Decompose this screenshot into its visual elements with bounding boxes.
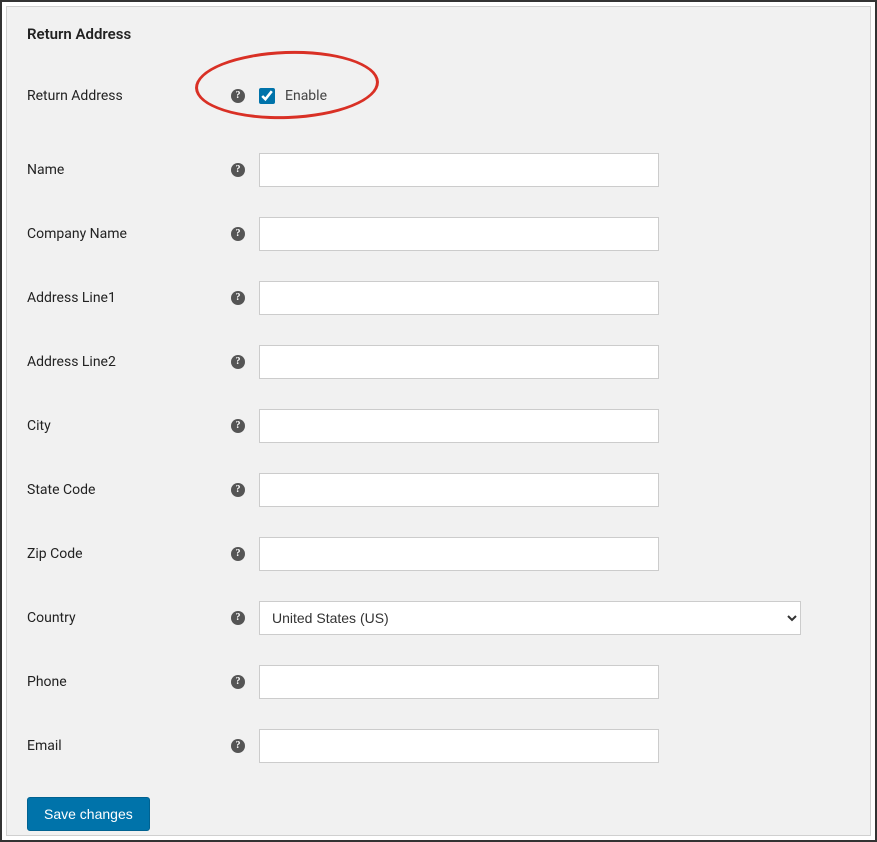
company-name-input[interactable] — [259, 217, 659, 251]
field-col-phone — [259, 665, 659, 699]
section-title: Return Address — [27, 25, 850, 43]
phone-input[interactable] — [259, 665, 659, 699]
help-col-city: ? — [231, 419, 259, 433]
enable-checkbox-wrap[interactable]: Enable — [259, 88, 327, 104]
help-col-country: ? — [231, 611, 259, 625]
label-name: Name — [27, 162, 231, 178]
label-address-line1: Address Line1 — [27, 290, 231, 306]
help-icon[interactable]: ? — [231, 355, 245, 369]
state-code-input[interactable] — [259, 473, 659, 507]
enable-checkbox[interactable] — [259, 88, 275, 104]
field-col-name — [259, 153, 659, 187]
field-col-address-line1 — [259, 281, 659, 315]
label-zip-code: Zip Code — [27, 546, 231, 562]
row-phone: Phone ? — [27, 665, 850, 699]
help-icon[interactable]: ? — [231, 547, 245, 561]
help-col-email: ? — [231, 739, 259, 753]
row-address-line2: Address Line2 ? — [27, 345, 850, 379]
row-country: Country ? United States (US) — [27, 601, 850, 635]
field-col-company-name — [259, 217, 659, 251]
settings-panel: Return Address Return Address ? Enable N… — [6, 6, 871, 836]
help-col-return-address: ? — [231, 89, 259, 103]
label-phone: Phone — [27, 674, 231, 690]
help-icon[interactable]: ? — [231, 611, 245, 625]
label-city: City — [27, 418, 231, 434]
help-col-address-line2: ? — [231, 355, 259, 369]
row-address-line1: Address Line1 ? — [27, 281, 850, 315]
help-icon[interactable]: ? — [231, 419, 245, 433]
email-input[interactable] — [259, 729, 659, 763]
help-col-state-code: ? — [231, 483, 259, 497]
label-company-name: Company Name — [27, 226, 231, 242]
field-col-country: United States (US) — [259, 601, 801, 635]
address-line1-input[interactable] — [259, 281, 659, 315]
field-col-email — [259, 729, 659, 763]
city-input[interactable] — [259, 409, 659, 443]
help-icon[interactable]: ? — [231, 483, 245, 497]
row-city: City ? — [27, 409, 850, 443]
help-icon[interactable]: ? — [231, 291, 245, 305]
address-line2-input[interactable] — [259, 345, 659, 379]
field-col-state-code — [259, 473, 659, 507]
row-state-code: State Code ? — [27, 473, 850, 507]
row-company-name: Company Name ? — [27, 217, 850, 251]
zip-code-input[interactable] — [259, 537, 659, 571]
label-email: Email — [27, 738, 231, 754]
label-return-address: Return Address — [27, 88, 231, 104]
label-state-code: State Code — [27, 482, 231, 498]
help-col-name: ? — [231, 163, 259, 177]
help-icon[interactable]: ? — [231, 739, 245, 753]
help-icon[interactable]: ? — [231, 675, 245, 689]
row-name: Name ? — [27, 153, 850, 187]
field-col-address-line2 — [259, 345, 659, 379]
help-col-phone: ? — [231, 675, 259, 689]
row-email: Email ? — [27, 729, 850, 763]
row-return-address: Return Address ? Enable — [27, 79, 850, 113]
field-col-zip-code — [259, 537, 659, 571]
name-input[interactable] — [259, 153, 659, 187]
help-icon[interactable]: ? — [231, 89, 245, 103]
field-col-city — [259, 409, 659, 443]
country-select[interactable]: United States (US) — [259, 601, 801, 635]
field-col-enable: Enable — [259, 88, 327, 104]
row-zip-code: Zip Code ? — [27, 537, 850, 571]
help-col-company-name: ? — [231, 227, 259, 241]
label-address-line2: Address Line2 — [27, 354, 231, 370]
help-icon[interactable]: ? — [231, 163, 245, 177]
help-col-address-line1: ? — [231, 291, 259, 305]
enable-checkbox-label: Enable — [285, 88, 327, 104]
label-country: Country — [27, 610, 231, 626]
help-icon[interactable]: ? — [231, 227, 245, 241]
outer-frame: Return Address Return Address ? Enable N… — [0, 0, 877, 842]
save-changes-button[interactable]: Save changes — [27, 797, 150, 831]
help-col-zip-code: ? — [231, 547, 259, 561]
